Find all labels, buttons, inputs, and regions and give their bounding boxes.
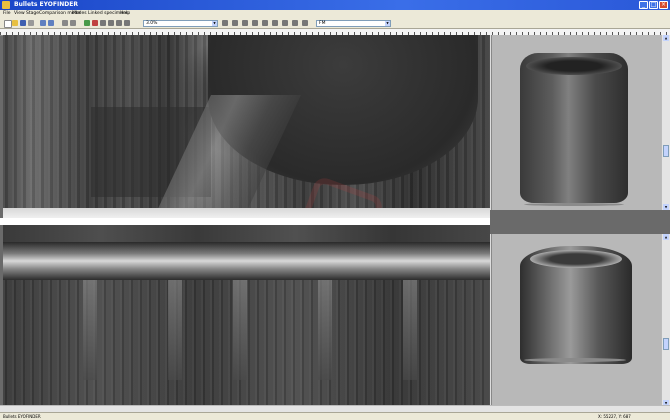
bottom-panorama-view[interactable]: [3, 225, 490, 405]
menu-help[interactable]: Help: [120, 11, 130, 16]
title-bar: Bullets EYOFINDER _ □ ×: [0, 0, 670, 10]
vertical-scrollbar-top[interactable]: ▲ ▼: [661, 35, 670, 210]
toolbar: 3.0% ▼ FM ▼: [0, 18, 670, 29]
undo-icon[interactable]: [40, 20, 46, 26]
minimize-button[interactable]: _: [639, 1, 648, 9]
model-shadow: [524, 358, 626, 362]
play-icon[interactable]: [84, 20, 90, 26]
cursor-coordinates: X: 55227, Y: 687: [598, 414, 631, 419]
maximize-button[interactable]: □: [649, 1, 658, 9]
open-icon[interactable]: [12, 20, 18, 26]
next-icon[interactable]: [116, 20, 122, 26]
window-title: Bullets EYOFINDER: [14, 1, 78, 8]
specimen-model[interactable]: [520, 53, 628, 203]
zoom-out-icon[interactable]: [70, 20, 76, 26]
redo-icon[interactable]: [48, 20, 54, 26]
close-button[interactable]: ×: [659, 1, 668, 9]
chevron-down-icon: ▼: [385, 21, 390, 26]
save-icon[interactable]: [20, 20, 26, 26]
prev-icon[interactable]: [108, 20, 114, 26]
tool-icon-6[interactable]: [272, 20, 278, 26]
groove-mark: [168, 280, 182, 380]
menu-view[interactable]: View: [14, 11, 25, 16]
horizontal-scrollbar[interactable]: [0, 405, 670, 412]
tool-icon-9[interactable]: [302, 20, 308, 26]
groove-mark: [318, 280, 332, 380]
menu-file[interactable]: File: [3, 11, 11, 16]
scroll-up-icon[interactable]: ▲: [663, 234, 669, 240]
mode-value: FM: [319, 21, 326, 26]
menu-stage[interactable]: Stage: [26, 11, 39, 16]
rim-band: [3, 242, 490, 280]
stop-icon[interactable]: [92, 20, 98, 26]
groove-mark: [233, 280, 247, 380]
new-icon[interactable]: [4, 20, 12, 28]
app-icon: [2, 1, 10, 9]
vertical-scrollbar-bottom[interactable]: ▲ ▼: [661, 234, 670, 406]
zoom-in-icon[interactable]: [62, 20, 68, 26]
zoom-value: 3.0%: [146, 21, 158, 26]
mode-select[interactable]: FM ▼: [316, 20, 391, 27]
groove-mark: [403, 280, 417, 380]
tool-icon-4[interactable]: [252, 20, 258, 26]
first-icon[interactable]: [100, 20, 106, 26]
3d-preview-top[interactable]: [491, 35, 661, 210]
print-icon[interactable]: [28, 20, 34, 26]
scroll-thumb[interactable]: [663, 338, 669, 350]
scroll-thumb[interactable]: [663, 145, 669, 157]
menu-modes[interactable]: Modes: [72, 11, 87, 16]
tool-icon-3[interactable]: [242, 20, 248, 26]
tool-icon-2[interactable]: [232, 20, 238, 26]
3d-preview-bottom[interactable]: [491, 234, 661, 406]
tool-icon-1[interactable]: [222, 20, 228, 26]
specimen-model[interactable]: [520, 246, 632, 364]
menu-bar: File View Stage Comparison mode Modes Li…: [0, 10, 670, 18]
groove-mark: [83, 280, 97, 380]
tool-icon-8[interactable]: [292, 20, 298, 26]
scroll-up-icon[interactable]: ▲: [663, 35, 669, 41]
status-bar: Bullets EYOFINDER X: 55227, Y: 687: [0, 412, 670, 420]
chevron-down-icon: ▼: [212, 21, 217, 26]
scroll-down-icon[interactable]: ▼: [663, 204, 669, 210]
tool-icon-7[interactable]: [282, 20, 288, 26]
model-shadow: [524, 203, 624, 206]
status-left: Bullets EYOFINDER: [3, 414, 41, 419]
panel-gap: [490, 210, 670, 234]
tool-icon-5[interactable]: [262, 20, 268, 26]
zoom-select[interactable]: 3.0% ▼: [143, 20, 218, 27]
last-icon[interactable]: [124, 20, 130, 26]
top-panorama-view[interactable]: [3, 35, 490, 220]
